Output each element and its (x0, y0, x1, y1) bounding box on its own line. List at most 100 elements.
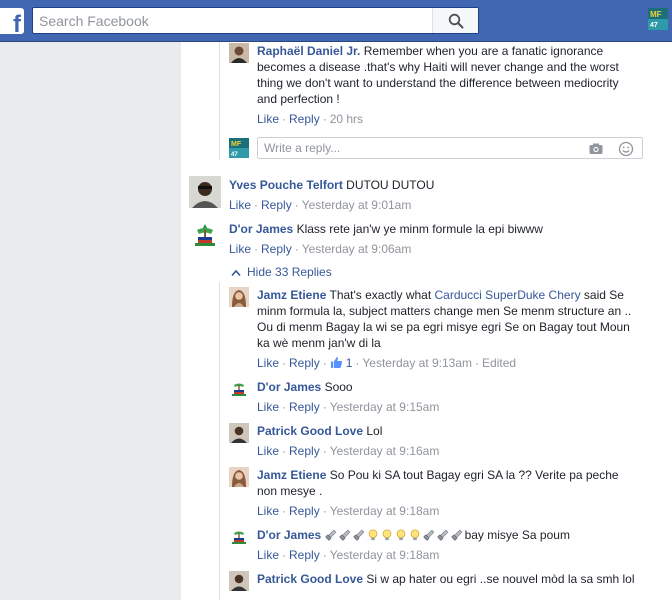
comment-body: Yves Pouche Telfort DUTOU DUTOU (229, 177, 649, 193)
like-link[interactable]: Like (229, 242, 251, 256)
comment: Raphaël Daniel Jr. Remember when you are… (257, 43, 637, 107)
comment-timestamp[interactable]: Yesterday at 9:15am (330, 400, 440, 414)
bulb-icon (396, 529, 405, 541)
svg-text:47: 47 (650, 22, 658, 29)
like-link[interactable]: Like (257, 400, 279, 414)
comment: D'or James Sooo (257, 379, 637, 395)
comment-author[interactable]: Jamz Etiene (257, 468, 326, 482)
reply-link[interactable]: Reply (261, 242, 292, 256)
left-sidebar (0, 42, 181, 600)
thread-line (219, 282, 220, 600)
reply-link[interactable]: Reply (289, 504, 320, 518)
bulb-icon (382, 529, 391, 541)
svg-text:MF: MF (650, 10, 662, 19)
comment-actions: Like · Reply · Yesterday at 9:18am (257, 504, 440, 518)
comment-timestamp[interactable]: Yesterday at 9:01am (302, 198, 412, 212)
search-bar (32, 7, 479, 34)
comment-body: Patrick Good Love Si w ap hater ou egri … (257, 571, 637, 587)
svg-text:47: 47 (231, 152, 238, 158)
comment-timestamp[interactable]: Yesterday at 9:18am (330, 548, 440, 562)
like-link[interactable]: Like (229, 198, 251, 212)
comment-author[interactable]: D'or James (229, 222, 293, 236)
comment-author[interactable]: D'or James (257, 528, 321, 542)
like-link[interactable]: Like (257, 504, 279, 518)
hide-replies-link[interactable]: Hide 33 Replies (231, 265, 332, 279)
comment-actions: Like · Reply · 20 hrs (257, 112, 364, 126)
comment-body: D'or James bay misye Sa poum (257, 527, 657, 543)
comment-timestamp[interactable]: Yesterday at 9:13am (362, 356, 472, 370)
comment: Patrick Good Love Lol (257, 423, 637, 439)
bulb-icon (410, 529, 419, 541)
mention-link[interactable]: Carducci SuperDuke Chery (435, 288, 581, 302)
edited-label[interactable]: Edited (482, 356, 516, 370)
avatar[interactable] (229, 287, 249, 307)
comment-text: That's exactly what (329, 288, 435, 302)
flashlight-icon (353, 529, 364, 541)
avatar[interactable] (229, 379, 249, 399)
comment-text: Sooo (324, 380, 353, 394)
comment-actions: Like · Reply · Yesterday at 9:01am (229, 198, 412, 212)
comment: D'or James Klass rete jan'w ye minm form… (229, 221, 649, 237)
reply-link[interactable]: Reply (289, 400, 320, 414)
comment-actions: Like · Reply · Yesterday at 9:15am (257, 400, 440, 414)
comment-timestamp[interactable]: Yesterday at 9:06am (302, 242, 412, 256)
reply-link[interactable]: Reply (289, 356, 320, 370)
flashlight-icon (423, 529, 434, 541)
comment-author[interactable]: Patrick Good Love (257, 424, 363, 438)
reply-link[interactable]: Reply (261, 198, 292, 212)
comment-text: Lol (366, 424, 383, 438)
flashlight-icon (325, 529, 336, 541)
avatar[interactable] (189, 220, 221, 252)
like-link[interactable]: Like (257, 112, 279, 126)
camera-icon[interactable] (588, 141, 604, 157)
avatar[interactable] (189, 176, 221, 208)
reply-input[interactable] (264, 140, 584, 156)
comment-body: D'or James Sooo (257, 379, 637, 395)
comment-body: Raphaël Daniel Jr. Remember when you are… (257, 43, 637, 107)
reply-link[interactable]: Reply (289, 548, 320, 562)
search-icon (448, 13, 463, 28)
bulb-icon (368, 529, 377, 541)
avatar[interactable] (229, 43, 249, 63)
reply-link[interactable]: Reply (289, 444, 320, 458)
comment-body: D'or James Klass rete jan'w ye minm form… (229, 221, 649, 237)
emoji-icon[interactable] (618, 141, 634, 157)
comment-author[interactable]: D'or James (257, 380, 321, 394)
reply-box (257, 137, 643, 159)
avatar[interactable] (229, 467, 249, 487)
comment-author[interactable]: Raphaël Daniel Jr. (257, 44, 360, 58)
comment-text: Klass rete jan'w ye minm formule la epi … (296, 222, 543, 236)
avatar[interactable] (229, 423, 249, 443)
comment-timestamp[interactable]: Yesterday at 9:16am (330, 444, 440, 458)
comment: Jamz Etiene So Pou ki SA tout Bagay egri… (257, 467, 637, 499)
user-avatar[interactable]: MF 47 (648, 8, 668, 30)
comment-actions: Like · Reply · Yesterday at 9:06am (229, 242, 412, 256)
comment-body: Jamz Etiene That's exactly what Carducci… (257, 287, 637, 351)
comment: Patrick Good Love Si w ap hater ou egri … (257, 571, 637, 587)
like-link[interactable]: Like (257, 444, 279, 458)
thumbs-up-icon (330, 357, 342, 368)
hide-replies-label: Hide 33 Replies (247, 265, 332, 279)
comment-timestamp[interactable]: 20 hrs (330, 112, 363, 126)
thread-line (219, 42, 220, 160)
like-link[interactable]: Like (257, 356, 279, 370)
comment-body: Jamz Etiene So Pou ki SA tout Bagay egri… (257, 467, 637, 499)
svg-text:MF: MF (231, 141, 242, 148)
facebook-logo-icon[interactable]: f (0, 8, 24, 34)
avatar[interactable] (229, 527, 249, 547)
comment-timestamp[interactable]: Yesterday at 9:18am (330, 504, 440, 518)
comment-author[interactable]: Patrick Good Love (257, 572, 363, 586)
reply-link[interactable]: Reply (289, 112, 320, 126)
chevron-up-icon (231, 269, 241, 276)
comment-author[interactable]: Yves Pouche Telfort (229, 178, 343, 192)
comment-actions: Like · Reply · 1 · Yesterday at 9:13am · Edited (257, 356, 517, 370)
comment: Jamz Etiene That's exactly what Carducci… (257, 287, 637, 351)
comment-body: Patrick Good Love Lol (257, 423, 637, 439)
comment-author[interactable]: Jamz Etiene (257, 288, 326, 302)
search-input[interactable] (33, 8, 433, 33)
comment-text: Si w ap hater ou egri ..se nouvel mòd la… (366, 572, 635, 586)
search-button[interactable] (432, 8, 478, 33)
avatar[interactable] (229, 571, 249, 591)
comment-actions: Like · Reply · Yesterday at 9:18am (257, 548, 440, 562)
like-link[interactable]: Like (257, 548, 279, 562)
